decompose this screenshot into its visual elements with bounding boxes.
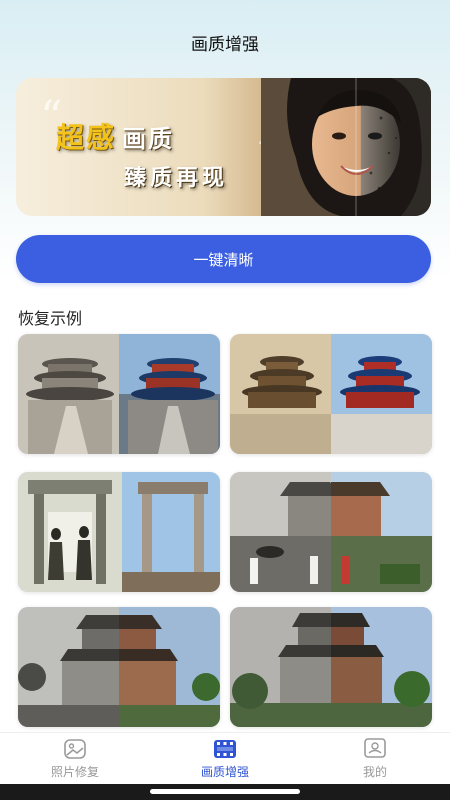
example-card[interactable] [230,334,432,454]
example-image [18,334,220,454]
profile-icon [364,737,386,758]
portrait-image [261,78,431,216]
example-image [230,472,432,592]
banner-headline-rest: 画质 [122,125,175,153]
example-image [18,607,220,727]
film-icon [214,739,236,758]
example-image [18,472,220,592]
example-card[interactable] [230,607,432,727]
example-card[interactable] [18,472,220,592]
tab-label: 画质增强 [200,764,249,779]
tab-label: 我的 [362,764,387,779]
tab-photo-repair[interactable]: 照片修复 [0,733,150,784]
example-card[interactable] [18,607,220,727]
page-title: 画质增强 [191,35,259,55]
one-click-enhance-button[interactable]: 一键清晰 [16,235,431,283]
tab-profile[interactable]: 我的 [300,733,450,784]
banner-highlight: 超感 [56,121,117,154]
tab-quality-enhance[interactable]: 画质增强 [150,733,300,784]
home-indicator-area [0,784,450,800]
example-image [230,334,432,454]
photo-icon [64,738,86,759]
tab-label: 照片修复 [50,764,99,779]
example-image [230,607,432,727]
bottom-tab-bar: 照片修复 画质增强 我的 [0,732,450,784]
promo-banner[interactable]: “ ” 超感画质 臻质再现 [16,78,431,216]
examples-section-title: 恢复示例 [18,309,83,328]
banner-subline: 臻质再现 [124,166,229,191]
example-card[interactable] [18,334,220,454]
banner-headline: 超感 画质 [56,116,174,156]
example-card[interactable] [230,472,432,592]
home-indicator[interactable] [150,789,300,794]
